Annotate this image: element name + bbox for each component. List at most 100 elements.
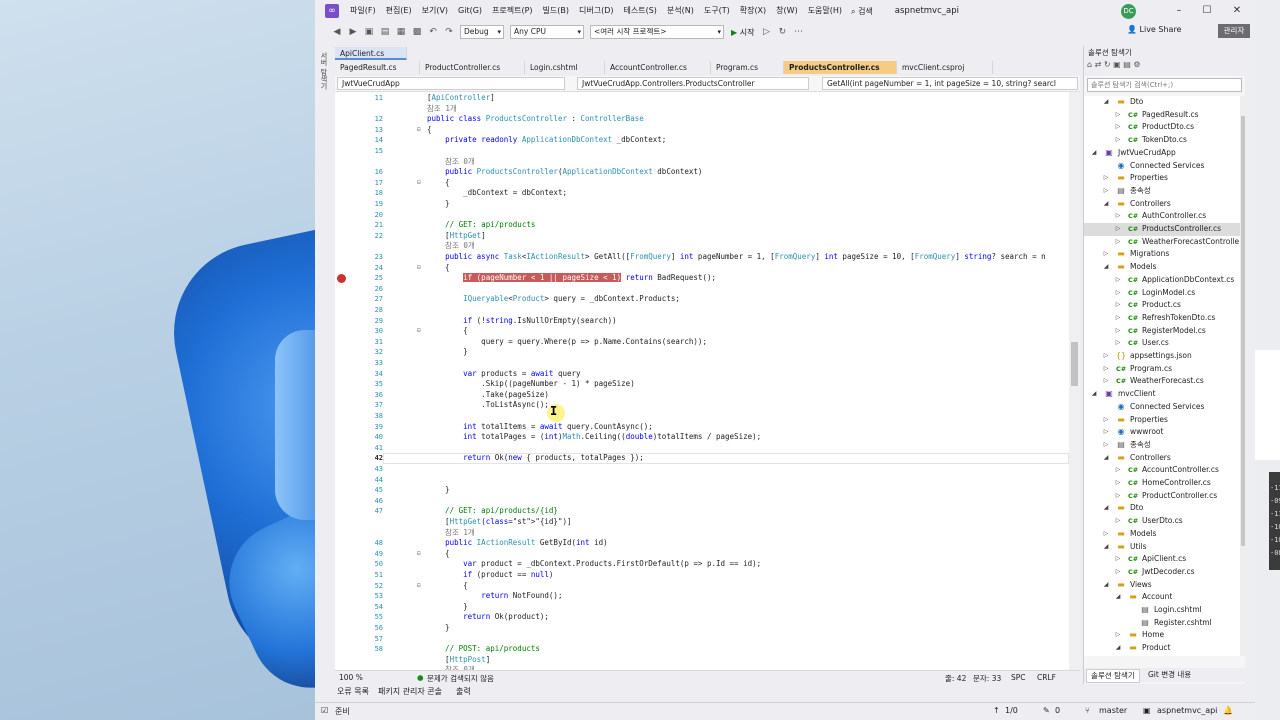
code-line[interactable]: [HttpPost] — [335, 655, 1069, 666]
collapsed-arrow-icon[interactable]: ▷ — [1114, 477, 1122, 490]
start-without-debug-icon[interactable]: ▷ — [758, 27, 774, 37]
collapsed-arrow-icon[interactable]: ▷ — [1114, 121, 1122, 134]
collapsed-arrow-icon[interactable]: ▷ — [1102, 350, 1110, 363]
solution-tree-item[interactable]: ◢ ▬ Account — [1084, 591, 1240, 604]
forward-icon[interactable]: ▶ — [345, 27, 361, 37]
menu-item[interactable]: 확장(X) — [735, 0, 771, 22]
start-debug-button[interactable]: ▶ 시작 — [731, 27, 754, 38]
fold-toggle-icon[interactable]: ⊟ — [417, 326, 421, 337]
collapsed-arrow-icon[interactable]: ▷ — [1114, 223, 1122, 236]
code-line[interactable]: 40 int totalPages = (int)Math.Ceiling((d… — [335, 432, 1069, 443]
collapsed-arrow-icon[interactable]: ▷ — [1114, 109, 1122, 122]
code-line[interactable]: 25 if (pageNumber < 1 || pageSize < 1) r… — [335, 273, 1069, 284]
collapsed-arrow-icon[interactable]: ▷ — [1114, 515, 1122, 528]
code-line[interactable]: 53 return NotFound(); — [335, 591, 1069, 602]
solution-tree-item[interactable]: ▤ Login.cshtml — [1084, 604, 1240, 617]
code-line[interactable]: 28 — [335, 305, 1069, 316]
code-line[interactable]: 참조 0개 — [335, 157, 1069, 168]
startup-project-select[interactable]: <여러 시작 프로젝트> — [590, 25, 724, 39]
class-nav-select[interactable]: JwtVueCrudApp.Controllers.ProductsContro… — [577, 77, 809, 90]
fold-toggle-icon[interactable]: ⊟ — [417, 549, 421, 560]
code-line[interactable]: 58 // POST: api/products — [335, 644, 1069, 655]
solution-tree-item[interactable]: ▷ C# ProductDto.cs — [1084, 121, 1240, 134]
undo-icon[interactable]: ↶ — [425, 27, 441, 37]
code-line[interactable]: 26 — [335, 284, 1069, 295]
menu-item[interactable]: 테스트(S) — [619, 0, 662, 22]
tab-error-list[interactable]: 오류 목록 — [337, 686, 369, 697]
editor-scroll-thumb[interactable] — [1071, 342, 1078, 386]
save-all-icon[interactable]: ▩ — [409, 27, 425, 37]
live-share-button[interactable]: 👤 Live Share — [1127, 25, 1181, 34]
tab-solution-explorer[interactable]: 솔루션 탐색기 — [1086, 669, 1140, 683]
menu-item[interactable]: 프로젝트(P) — [487, 0, 538, 22]
solution-tree-item[interactable]: ▷ C# User.cs — [1084, 337, 1240, 350]
refresh-icon[interactable]: ↻ — [1104, 60, 1111, 69]
open-icon[interactable]: ▤ — [377, 27, 393, 37]
collapsed-arrow-icon[interactable]: ▷ — [1114, 236, 1122, 249]
fold-toggle-icon[interactable]: ⊟ — [417, 263, 421, 274]
editor-scrollbar[interactable] — [1069, 92, 1080, 670]
solution-tree-item[interactable]: ▷ C# AuthController.cs — [1084, 210, 1240, 223]
code-line[interactable]: 52 {⊟ — [335, 581, 1069, 592]
collapsed-arrow-icon[interactable]: ▷ — [1114, 629, 1122, 642]
solution-tree-item[interactable]: ▷ C# RefreshTokenDto.cs — [1084, 312, 1240, 325]
code-line[interactable]: 47 // GET: api/products/{id} — [335, 506, 1069, 517]
solution-tree-item[interactable]: ▷ ▤ 종속성 — [1084, 439, 1240, 452]
save-icon[interactable]: ▦ — [393, 27, 409, 37]
solution-tree-item[interactable]: ▷ C# WeatherForecast.cs — [1084, 375, 1240, 388]
line-ending-mode[interactable]: CRLF — [1037, 673, 1056, 682]
collapse-icon[interactable]: ▣ — [1113, 60, 1121, 69]
solution-tree-item[interactable]: ◢ ▬ Models — [1084, 261, 1240, 274]
solution-tree-item[interactable]: ▷ C# Program.cs — [1084, 363, 1240, 376]
sync-icon[interactable]: ⇄ — [1095, 60, 1102, 69]
expanded-arrow-icon[interactable]: ◢ — [1102, 579, 1110, 592]
solution-tree-item[interactable]: ◢ ▬ Product — [1084, 642, 1240, 655]
code-line[interactable]: 16 public ProductsController(Application… — [335, 167, 1069, 178]
solution-tree-item[interactable]: ▷ ▬ Migrations — [1084, 248, 1240, 261]
menu-item[interactable]: 편집(E) — [381, 0, 417, 22]
collapsed-arrow-icon[interactable]: ▷ — [1114, 553, 1122, 566]
solution-tree-item[interactable]: ▷ C# RegisterModel.cs — [1084, 325, 1240, 338]
solution-tree-item[interactable]: ▷ C# AccountController.cs — [1084, 464, 1240, 477]
code-line[interactable]: 15 — [335, 146, 1069, 157]
redo-icon[interactable]: ↷ — [441, 27, 457, 37]
solution-tree-item[interactable]: ◉ Connected Services — [1084, 160, 1240, 173]
code-line[interactable]: 56 } — [335, 623, 1069, 634]
solution-tree-item[interactable]: ▷ ◉ wwwroot — [1084, 426, 1240, 439]
code-line[interactable]: 43 — [335, 464, 1069, 475]
menu-item[interactable]: 파일(F) — [345, 0, 381, 22]
breakpoint-icon[interactable] — [337, 274, 346, 284]
tab-package-manager-console[interactable]: 패키지 관리자 콘솔 — [378, 686, 442, 697]
code-area[interactable]: 11 [ApiController] 참조 1개 12 public class Pro… — [335, 92, 1069, 670]
settings-icon[interactable]: ⚙ — [1133, 60, 1140, 69]
expanded-arrow-icon[interactable]: ◢ — [1102, 198, 1110, 211]
document-tab[interactable]: PagedResult.cs — [335, 61, 420, 74]
solution-tree-item[interactable]: ◢ ▣ mvcClient — [1084, 388, 1240, 401]
solution-tree-item[interactable]: ◢ ▬ Dto — [1084, 96, 1240, 109]
collapsed-arrow-icon[interactable]: ▷ — [1114, 287, 1122, 300]
expanded-arrow-icon[interactable]: ◢ — [1102, 96, 1110, 109]
solution-tree-item[interactable]: ◢ ▬ Utils — [1084, 541, 1240, 554]
collapsed-arrow-icon[interactable]: ▷ — [1102, 248, 1110, 261]
expanded-arrow-icon[interactable]: ◢ — [1090, 388, 1098, 401]
solution-tree-item[interactable]: ▷ C# HomeController.cs — [1084, 477, 1240, 490]
solution-tree-item[interactable]: ▷ C# TokenDto.cs — [1084, 134, 1240, 147]
solution-tree-item[interactable]: ◢ ▬ Controllers — [1084, 198, 1240, 211]
code-line[interactable]: 13 {⊟ — [335, 125, 1069, 136]
solution-tree-item[interactable]: ▷ C# WeatherForecastControlle — [1084, 236, 1240, 249]
solution-tree-item[interactable]: ▷ C# ApplicationDbContext.cs — [1084, 274, 1240, 287]
code-line[interactable]: 참조 0개 — [335, 241, 1069, 252]
menu-item[interactable]: 창(W) — [771, 0, 803, 22]
solution-tree-item[interactable]: ▷ C# LoginModel.cs — [1084, 287, 1240, 300]
expanded-arrow-icon[interactable]: ◢ — [1102, 541, 1110, 554]
menu-item[interactable]: 보기(V) — [417, 0, 453, 22]
account-avatar[interactable]: DC — [1121, 4, 1136, 19]
code-line[interactable]: 참조 1개 — [335, 528, 1069, 539]
code-line[interactable]: 42 return Ok(new { products, totalPages … — [335, 453, 1069, 464]
close-button[interactable]: ✕ — [1223, 0, 1251, 22]
code-line[interactable]: 39 int totalItems = await query.CountAsy… — [335, 422, 1069, 433]
status-repo[interactable]: aspnetmvc_api — [1157, 706, 1217, 715]
solution-tree-item[interactable]: ◢ ▬ Views — [1084, 579, 1240, 592]
configuration-select[interactable]: Debug — [460, 25, 504, 39]
show-all-icon[interactable]: ▤ — [1123, 60, 1131, 69]
